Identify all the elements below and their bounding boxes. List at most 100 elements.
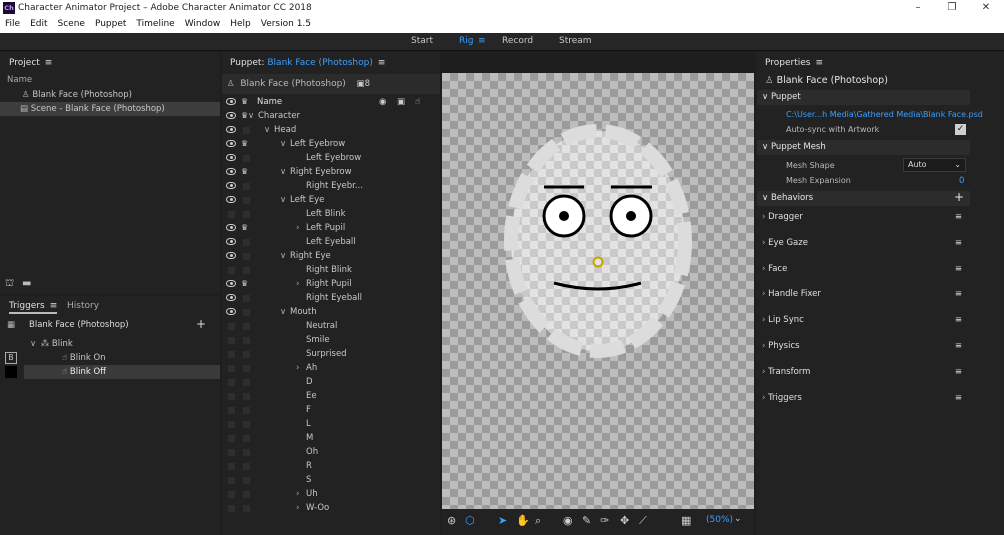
eye-icon[interactable] [226,168,236,175]
visibility-toggle[interactable] [228,477,235,484]
mode-record[interactable]: Record [502,36,533,46]
visibility-toggle[interactable] [228,421,235,428]
layer-row[interactable]: Smile [222,333,440,347]
independent-toggle[interactable] [243,197,250,204]
layer-row[interactable]: ∨ Mouth [222,305,440,319]
behavior-menu-icon[interactable]: ≡ [955,313,962,328]
independent-toggle[interactable] [243,407,250,414]
independent-toggle[interactable] [243,155,250,162]
independent-toggle[interactable] [243,379,250,386]
mesh-section-header[interactable]: ∨ Puppet Mesh [757,140,970,155]
menu-edit[interactable]: Edit [25,17,52,29]
visibility-toggle[interactable] [228,337,235,344]
tab-history[interactable]: History [67,298,99,314]
mode-rig[interactable]: Rig [459,36,473,46]
layer-row[interactable]: Left Eyebrow [222,151,440,165]
behavior-item[interactable]: › Physics ≡ [757,339,970,354]
layer-row[interactable]: Right Blink☝ [222,263,642,277]
eye-icon[interactable] [226,252,236,259]
behavior-item[interactable]: › Lip Sync ≡ [757,313,970,328]
visibility-toggle[interactable] [228,365,235,372]
chevron-right-icon[interactable]: › [762,367,765,377]
independent-toggle[interactable] [243,505,250,512]
behavior-menu-icon[interactable]: ≡ [955,339,962,354]
layer-row[interactable]: Oh [222,445,440,459]
independent-toggle[interactable] [243,477,250,484]
close-button[interactable]: ✕ [974,1,998,15]
crown-icon[interactable]: ♛ [241,277,248,291]
eye-icon[interactable] [226,238,236,245]
independent-toggle[interactable] [243,309,250,316]
panel-menu-icon[interactable]: ≡ [45,55,53,71]
puppet-section-header[interactable]: ∨ Puppet [757,90,970,105]
behaviors-section-header[interactable]: ∨ Behaviors + [757,190,970,206]
eye-icon[interactable] [226,280,236,287]
chevron-right-icon[interactable]: › [762,289,765,299]
behavior-item[interactable]: › Face ≡ [757,262,970,277]
eye-icon[interactable] [226,224,236,231]
folder-icon[interactable]: ▬ [22,278,31,289]
grid-view-icon[interactable]: ▦ [681,514,691,527]
independent-toggle[interactable] [243,337,250,344]
layer-row[interactable]: F [222,403,440,417]
dangle-tool-icon[interactable]: ✥ [620,514,629,527]
eye-icon[interactable] [226,196,236,203]
layer-row[interactable]: Right Eyeball☝ [222,291,642,305]
panel-menu-icon[interactable]: ≡ [378,55,386,71]
project-item[interactable]: ▤ Scene - Blank Face (Photoshop) [0,102,220,116]
visibility-toggle[interactable] [228,323,235,330]
menu-scene[interactable]: Scene [53,17,90,29]
visibility-toggle[interactable] [228,435,235,442]
independent-toggle[interactable] [243,393,250,400]
visibility-toggle[interactable] [228,351,235,358]
select-tool-icon[interactable]: ➤ [498,514,507,527]
visibility-toggle[interactable] [228,505,235,512]
menu-puppet[interactable]: Puppet [90,17,131,29]
behavior-item[interactable]: › Transform ≡ [757,365,970,380]
add-trigger-icon[interactable]: + [196,317,206,331]
independent-toggle[interactable] [243,421,250,428]
crown-icon[interactable]: ♛ [241,165,248,179]
layer-row[interactable]: ♛ ∨ Right Eyebrow [222,165,440,179]
mode-stream[interactable]: Stream [559,36,592,46]
artwork-file-link[interactable]: C:\User...h Media\Gathered Media\Blank F… [786,110,983,119]
maximize-button[interactable]: ❐ [940,1,964,15]
eye-icon[interactable] [226,126,236,133]
origin-tool-icon[interactable]: ◉ [563,514,573,527]
layer-row[interactable]: S [222,473,440,487]
behavior-menu-icon[interactable]: ≡ [955,391,962,406]
tab-triggers[interactable]: Triggers [9,301,45,311]
chevron-right-icon[interactable]: › [762,341,765,351]
independent-toggle[interactable] [243,239,250,246]
menu-timeline[interactable]: Timeline [131,17,179,29]
layer-row[interactable]: Left Blink☝ [222,207,642,221]
trigger-group[interactable]: ∨ ⁂ Blink [30,339,73,349]
independent-toggle[interactable] [243,323,250,330]
eye-icon[interactable] [226,182,236,189]
trigger-key[interactable]: B [5,352,17,364]
chevron-right-icon[interactable]: › [296,221,299,235]
stick-tool-icon[interactable]: ✑ [600,514,609,527]
independent-toggle[interactable] [243,127,250,134]
layer-row[interactable]: ›Uh▣ [222,487,626,501]
visibility-toggle[interactable] [228,211,235,218]
chevron-down-icon[interactable]: ∨ [280,305,286,319]
visibility-toggle[interactable] [228,267,235,274]
mesh-toggle-icon[interactable]: ⬡ [465,514,475,527]
independent-toggle[interactable] [243,449,250,456]
chevron-right-icon[interactable]: › [762,238,765,248]
layer-row[interactable]: ∨ Left Eye [222,193,440,207]
visibility-toggle[interactable] [228,463,235,470]
behavior-item[interactable]: › Eye Gaze ≡ [757,236,970,251]
puppet-view-icon[interactable]: ⊛ [447,514,456,527]
layer-row[interactable]: ∨ Head [222,123,440,137]
behavior-menu-icon[interactable]: ≡ [955,262,962,277]
independent-toggle[interactable] [243,491,250,498]
layer-row[interactable]: R [222,459,440,473]
new-scene-icon[interactable]: ⛫ [5,278,14,291]
layer-row[interactable]: M [222,431,440,445]
trigger-item[interactable]: ☝ Blink On [62,353,106,363]
layer-row[interactable]: Surprised [222,347,440,361]
chevron-right-icon[interactable]: › [762,212,765,222]
independent-toggle[interactable] [243,295,250,302]
